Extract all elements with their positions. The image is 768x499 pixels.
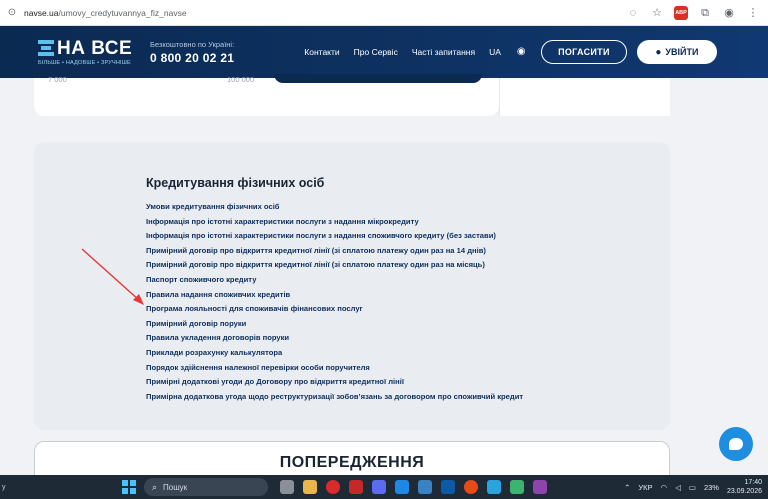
taskbar-search-placeholder: Пошук: [163, 482, 188, 492]
tray-chevron-icon[interactable]: ⌃: [624, 483, 630, 492]
taskbar-search[interactable]: ⌕ Пошук: [144, 478, 268, 496]
doc-link-credit-line-monthly[interactable]: Примірний договір про відкриття кредитно…: [146, 258, 523, 273]
search-icon: ⌕: [152, 481, 158, 492]
opera-icon[interactable]: [326, 480, 340, 494]
taskbar-edge-label: у: [2, 483, 6, 491]
url-text: navse.ua/umovy_credytuvannya_fiz_navse: [24, 7, 187, 18]
adblock-extension-icon[interactable]: ABP: [674, 5, 688, 20]
site-header: НА ВСЕ БІЛЬШЕ • НАДОВШЕ • ЗРУЧНІШЕ Безко…: [0, 26, 768, 78]
doc-link-lending-terms[interactable]: Умови кредитування фізичних осіб: [146, 200, 523, 215]
calculator-submit-button[interactable]: [274, 74, 482, 83]
browser-address-bar: ⊙ navse.ua/umovy_credytuvannya_fiz_navse…: [0, 0, 768, 26]
doc-link-surety-agreement[interactable]: Примірний договір поруки: [146, 317, 523, 332]
calculator-max-value: 100 000: [227, 75, 255, 84]
clock[interactable]: 17:40 23.09.2026: [727, 478, 762, 496]
taskbar-apps: [280, 480, 547, 494]
doc-link-consumer-credit-info[interactable]: Інформація про істотні характеристики по…: [146, 229, 523, 244]
logo-text: НА ВСЕ: [57, 37, 133, 59]
extensions-puzzle-icon[interactable]: ⧉: [698, 6, 712, 20]
volume-icon[interactable]: ◁: [675, 483, 681, 492]
hotline: Безкоштовно по Україні: 0 800 20 02 21: [150, 40, 234, 65]
copilot-icon[interactable]: [372, 480, 386, 494]
documents-list: Умови кредитування фізичних осіб Інформа…: [146, 200, 523, 404]
doc-link-restructuring-agreement[interactable]: Примірна додаткова угода щодо реструктур…: [146, 390, 523, 405]
doc-link-credit-line-14-days[interactable]: Примірний договір про відкриття кредитно…: [146, 244, 523, 259]
battery-icon[interactable]: ▭: [689, 483, 696, 492]
language-indicator[interactable]: УКР: [638, 483, 652, 492]
app-green-icon[interactable]: [510, 480, 524, 494]
viber-icon[interactable]: [533, 480, 547, 494]
windows-start-icon[interactable]: [122, 480, 136, 494]
edge-icon[interactable]: [395, 480, 409, 494]
login-button[interactable]: ● УВІЙТИ: [636, 40, 717, 64]
pay-button[interactable]: ПОГАСИТИ: [540, 40, 627, 64]
calculator-min-value: 7 000: [48, 75, 67, 84]
chrome-icon[interactable]: [464, 480, 478, 494]
documents-title: Кредитування фізичних осіб: [146, 176, 325, 190]
login-button-label: УВІЙТИ: [665, 47, 699, 57]
clock-time: 17:40: [744, 479, 762, 486]
clock-date: 23.09.2026: [726, 488, 762, 495]
app-l-icon[interactable]: [349, 480, 363, 494]
system-tray: ⌃ УКР ◠ ◁ ▭ 23% 17:40 23.09.2026: [624, 478, 762, 496]
menu-dots-icon[interactable]: ⋮: [746, 6, 760, 20]
site-info-icon[interactable]: ⊙: [6, 7, 18, 19]
calculator-card: 7 000 100 000: [34, 74, 499, 116]
warning-title: ПОПЕРЕДЖЕННЯ: [279, 454, 425, 471]
doc-link-credit-passport[interactable]: Паспорт споживчого кредиту: [146, 273, 523, 288]
doc-link-microcredit-info[interactable]: Інформація про істотні характеристики по…: [146, 215, 523, 230]
profile-icon[interactable]: ◉: [722, 6, 736, 20]
doc-link-supplementary-agreements[interactable]: Примірні додаткові угоди до Договору про…: [146, 375, 523, 390]
logo-mark-icon: [38, 40, 54, 56]
bookmark-star-icon[interactable]: ☆: [650, 6, 664, 20]
doc-link-guarantor-verification[interactable]: Порядок здійснення належної перевірки ос…: [146, 361, 523, 376]
os-taskbar: у ⌕ Пошук ⌃ УКР ◠ ◁ ▭ 23% 17:40 23.09.20…: [0, 475, 768, 499]
doc-link-calculator-examples[interactable]: Приклади розрахунку калькулятора: [146, 346, 523, 361]
store-icon[interactable]: [418, 480, 432, 494]
annotation-arrow-icon: [81, 248, 144, 305]
hotline-label: Безкоштовно по Україні:: [150, 39, 235, 49]
wifi-icon[interactable]: ◠: [661, 483, 668, 492]
main-nav: Контакти Про Сервіс Часті запитання UA ◉: [304, 47, 529, 58]
url-field[interactable]: ⊙ navse.ua/umovy_credytuvannya_fiz_navse: [6, 3, 626, 23]
doc-link-surety-rules[interactable]: Правила укладення договорів поруки: [146, 331, 523, 346]
file-explorer-icon[interactable]: [303, 480, 317, 494]
doc-link-loyalty-program[interactable]: Програма лояльності для споживачів фінан…: [146, 302, 523, 317]
eye-off-icon[interactable]: ◌: [626, 6, 640, 20]
nav-faq[interactable]: Часті запитання: [412, 47, 475, 57]
calculator-side-panel: [499, 78, 670, 116]
chat-widget-button[interactable]: [719, 427, 753, 461]
nav-contacts[interactable]: Контакти: [304, 47, 339, 57]
telegram-icon[interactable]: [487, 480, 501, 494]
hotline-number[interactable]: 0 800 20 02 21: [150, 51, 234, 65]
nav-about-service[interactable]: Про Сервіс: [354, 47, 398, 57]
doc-link-consumer-credit-rules[interactable]: Правила надання споживчих кредитів: [146, 288, 523, 303]
task-view-icon[interactable]: [280, 480, 294, 494]
nav-language-switch[interactable]: UA: [489, 47, 501, 57]
divider: [499, 78, 500, 116]
dropbox-icon[interactable]: [441, 480, 455, 494]
accessibility-eye-icon[interactable]: ◉: [517, 47, 529, 57]
chat-bubble-icon: [729, 438, 743, 450]
battery-percent: 23%: [703, 482, 719, 492]
logo-tagline: БІЛЬШЕ • НАДОВШЕ • ЗРУЧНІШЕ: [38, 59, 131, 66]
logo[interactable]: НА ВСЕ БІЛЬШЕ • НАДОВШЕ • ЗРУЧНІШЕ: [38, 39, 138, 66]
user-icon: ●: [655, 46, 662, 58]
